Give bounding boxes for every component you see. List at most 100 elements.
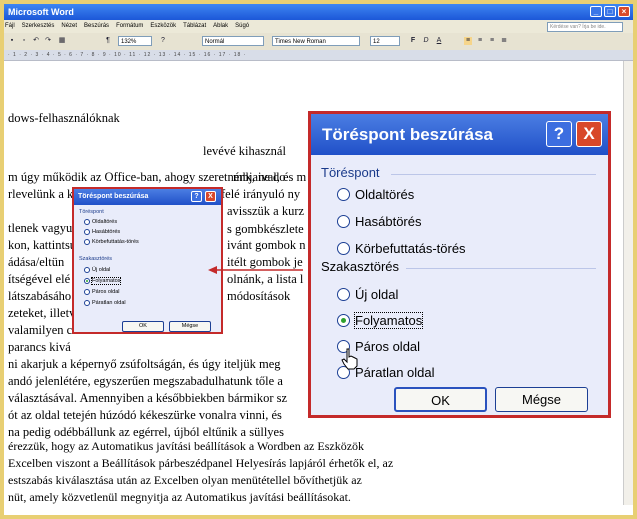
document-line: ni akarjuk a képernyő zsúfoltságán, és ú… — [8, 357, 281, 371]
hand-cursor-icon — [341, 348, 358, 370]
radio-oldaltörés[interactable]: Oldaltörés — [84, 219, 117, 225]
radio-button-icon[interactable] — [84, 229, 90, 235]
font-size-select[interactable]: 12 — [370, 36, 400, 46]
radio-button-icon[interactable] — [84, 239, 90, 245]
document-line: estszabás kiválasztása után az Excelben … — [8, 473, 362, 487]
menu-bar: Fájl Szerkesztés Nézet Beszúrás Formátum Eszk… — [4, 20, 633, 33]
doc-fragment: felé irányuló ny — [221, 187, 301, 201]
justify-icon[interactable]: ≣ — [500, 37, 508, 45]
menu-item[interactable]: Fájl — [5, 23, 15, 29]
menu-item[interactable]: Nézet — [61, 23, 77, 29]
radio-button-icon[interactable] — [337, 314, 350, 327]
doc-fragment: s gombkészlete — [227, 222, 304, 236]
radio-label: Körbefuttatás-törés — [92, 239, 139, 245]
small-dialog-title: Töréspont beszúrása — [78, 193, 149, 200]
style-select[interactable]: Normál — [202, 36, 264, 46]
document-line: érezzük, hogy az Automatikus javítási be… — [8, 439, 365, 453]
menu-item[interactable]: Formátum — [116, 23, 143, 29]
radio-button-icon[interactable] — [84, 289, 90, 295]
help-search-input[interactable]: Kérdése van? Írja be ide. — [547, 22, 623, 32]
save-icon[interactable]: ▪ — [8, 37, 16, 45]
table-icon[interactable]: ▦ — [58, 37, 66, 45]
radio-folyamatos[interactable]: Folyamatos — [337, 312, 424, 329]
menu-item[interactable]: Szerkesztés — [22, 23, 55, 29]
zoom-select[interactable]: 132% — [118, 36, 152, 46]
align-left-icon[interactable]: ≡ — [464, 37, 472, 45]
radio-label: Páratlan oldal — [92, 300, 126, 306]
document-line: na pedig odébbállunk az egérrel, újból e… — [8, 425, 284, 439]
paragraph-icon[interactable]: ¶ — [104, 37, 112, 45]
small-cancel-button[interactable]: Mégse — [169, 321, 211, 332]
small-group-label: Töréspont — [79, 209, 104, 215]
document-line: Excelben viszont a Beállítások párbeszéd… — [8, 456, 394, 470]
radio-label: Páratlan oldal — [355, 365, 435, 380]
radio-folyamatos[interactable]: Folyamatos — [84, 277, 122, 285]
underline-icon[interactable]: A — [435, 37, 443, 45]
radio-label: Oldaltörés — [355, 187, 415, 202]
menu-item[interactable]: Súgó — [235, 23, 249, 29]
doc-fragment: avisszük a kurz — [227, 204, 305, 218]
small-close-button[interactable]: X — [205, 191, 216, 202]
italic-icon[interactable]: D — [422, 37, 430, 45]
minimize-button[interactable]: _ — [590, 6, 602, 17]
radio-label: Körbefuttatás-törés — [355, 241, 466, 256]
font-select[interactable]: Times New Roman — [272, 36, 360, 46]
doc-fragment: levévé kihasznál — [203, 144, 286, 158]
radio-button-icon[interactable] — [337, 188, 350, 201]
radio-körbefuttatás-törés[interactable]: Körbefuttatás-törés — [337, 241, 466, 256]
help-icon[interactable]: ? — [159, 37, 167, 45]
close-button[interactable]: × — [618, 6, 630, 17]
menu-item[interactable]: Beszúrás — [84, 23, 109, 29]
undo-icon[interactable]: ↶ — [32, 37, 40, 45]
small-dialog-title-bar: Töréspont beszúrása ? X — [74, 189, 221, 205]
dialog-close-button[interactable]: X — [576, 121, 602, 147]
pointer-arrow — [208, 266, 303, 274]
menu-item[interactable]: Eszközök — [150, 23, 176, 29]
print-icon[interactable]: ▫ — [20, 37, 28, 45]
radio-hasábtörés[interactable]: Hasábtörés — [337, 214, 421, 229]
divider — [391, 174, 596, 175]
radio-button-icon[interactable] — [337, 215, 350, 228]
bold-icon[interactable]: F — [409, 37, 417, 45]
align-center-icon[interactable]: ≡ — [476, 37, 484, 45]
radio-button-icon[interactable] — [84, 300, 90, 306]
ruler: · 1 · 2 · 3 · 4 · 5 · 6 · 7 · 8 · 9 · 10… — [4, 50, 633, 61]
maximize-button[interactable]: □ — [604, 6, 616, 17]
radio-páros-oldal[interactable]: Páros oldal — [84, 289, 120, 295]
document-line: valamilyen c — [8, 323, 73, 337]
radio-label: Hasábtörés — [355, 214, 422, 229]
radio-button-icon[interactable] — [84, 267, 90, 273]
redo-icon[interactable]: ↷ — [44, 37, 52, 45]
radio-button-icon[interactable] — [337, 242, 350, 255]
title-bar: Microsoft Word _ □ × — [4, 4, 633, 20]
group-label-breakpoint: Töréspont — [321, 165, 380, 180]
radio-új-oldal[interactable]: Új oldal — [84, 267, 110, 273]
radio-páratlan-oldal[interactable]: Páratlan oldal — [84, 300, 126, 306]
window-title: Microsoft Word — [8, 7, 74, 17]
radio-button-icon[interactable] — [84, 219, 90, 225]
radio-label: Hasábtörés — [92, 229, 121, 235]
small-ok-button[interactable]: OK — [122, 321, 164, 332]
menu-item[interactable]: Táblázat — [183, 23, 206, 29]
document-line: kon, kattintsu — [8, 238, 77, 252]
doc-fragment: ivánt gombok n — [227, 238, 306, 252]
vertical-scrollbar[interactable] — [623, 61, 633, 505]
cancel-button[interactable]: Mégse — [495, 387, 588, 412]
radio-oldaltörés[interactable]: Oldaltörés — [337, 187, 414, 202]
document-line: rlevelünk a k — [8, 187, 74, 201]
ok-button[interactable]: OK — [394, 387, 487, 412]
align-right-icon[interactable]: ≡ — [488, 37, 496, 45]
menu-item[interactable]: Ablak — [213, 23, 228, 29]
radio-button-icon[interactable] — [84, 278, 90, 284]
small-help-button[interactable]: ? — [191, 191, 202, 202]
radio-hasábtörés[interactable]: Hasábtörés — [84, 229, 120, 235]
formatting-toolbar: ▪ ▫ ↶ ↷ ▦ ¶ 132% ? Normál Times New Roma… — [4, 33, 633, 51]
small-break-dialog: Töréspont beszúrása ? X Töréspont Oldalt… — [72, 187, 223, 334]
divider — [406, 268, 596, 269]
help-button[interactable]: ? — [546, 121, 572, 147]
radio-button-icon[interactable] — [337, 288, 350, 301]
radio-label: Új oldal — [355, 287, 399, 302]
radio-körbefuttatás-törés[interactable]: Körbefuttatás-törés — [84, 239, 139, 245]
break-dialog: Töréspont beszúrása ? X Töréspont Oldalt… — [308, 111, 611, 418]
radio-új-oldal[interactable]: Új oldal — [337, 287, 398, 302]
